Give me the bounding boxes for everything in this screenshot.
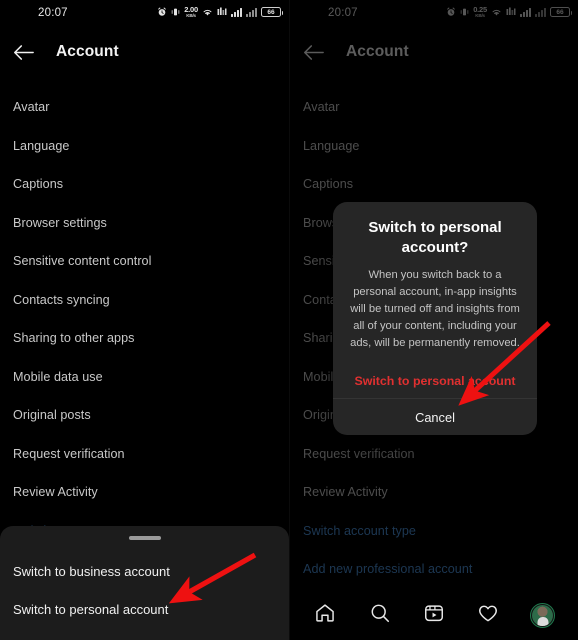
- nav-profile-button[interactable]: [526, 598, 560, 632]
- back-arrow-icon[interactable]: [12, 41, 34, 63]
- signal-bars-icon-2: [246, 7, 257, 17]
- settings-list-left: Avatar Language Captions Browser setting…: [0, 74, 289, 550]
- signal-bars-icon-1: [231, 7, 242, 17]
- sheet-option-switch-to-business-account[interactable]: Switch to business account: [0, 552, 289, 590]
- avatar-image: [532, 604, 554, 626]
- list-item-avatar[interactable]: Avatar: [0, 88, 289, 127]
- screenshot-stage: 20:07 2.00 KB/s 66 Account Avatar Langua…: [0, 0, 578, 640]
- list-item-sharing-to-other-apps[interactable]: Sharing to other apps: [0, 319, 289, 358]
- alarm-icon: [157, 7, 167, 17]
- dialog-title: Switch to personal account?: [368, 219, 502, 257]
- switch-account-dialog: Switch to personal account? When you swi…: [333, 202, 537, 436]
- nav-search-button[interactable]: [363, 598, 397, 632]
- battery-icon: 66: [261, 7, 283, 18]
- network-speed-unit: KB/s: [186, 13, 196, 18]
- list-item-review-activity[interactable]: Review Activity: [0, 473, 289, 512]
- battery-level: 66: [267, 8, 275, 16]
- wifi-icon: [202, 7, 213, 17]
- drag-handle-icon[interactable]: [128, 536, 161, 540]
- list-item-request-verification[interactable]: Request verification: [0, 435, 289, 474]
- status-bar-clock: 20:07: [38, 7, 68, 19]
- network-speed-indicator: 2.00 KB/s: [184, 6, 198, 19]
- profile-avatar-icon: [530, 602, 556, 628]
- right-phone-screen: 20:07 0.25 KB/s: [289, 0, 578, 640]
- bottom-navigation-bar: [290, 590, 578, 640]
- sheet-option-switch-to-personal-account[interactable]: Switch to personal account: [0, 590, 289, 628]
- list-item-language[interactable]: Language: [0, 127, 289, 166]
- list-item-browser-settings[interactable]: Browser settings: [0, 204, 289, 243]
- sheet-bottom-padding: [0, 628, 289, 640]
- dialog-cancel-button[interactable]: Cancel: [333, 399, 537, 435]
- nav-reels-button[interactable]: [417, 598, 451, 632]
- home-icon: [314, 602, 336, 629]
- status-bar-icons: 2.00 KB/s 66: [157, 6, 283, 19]
- vibrate-icon: [171, 7, 180, 17]
- page-title: Account: [56, 43, 119, 60]
- left-phone-screen: 20:07 2.00 KB/s 66 Account Avatar Langua…: [0, 0, 289, 640]
- list-item-contacts-syncing[interactable]: Contacts syncing: [0, 281, 289, 320]
- reels-icon: [423, 602, 445, 629]
- list-item-mobile-data-use[interactable]: Mobile data use: [0, 358, 289, 397]
- status-bar-left: 20:07 2.00 KB/s 66: [0, 0, 289, 30]
- nav-home-button[interactable]: [308, 598, 342, 632]
- bottom-sheet-account-type: Switch to business account Switch to per…: [0, 526, 289, 640]
- sim-signal-icon: [217, 7, 227, 17]
- dialog-actions: Switch to personal account Cancel: [333, 364, 537, 435]
- nav-activity-button[interactable]: [471, 598, 505, 632]
- heart-icon: [477, 602, 499, 629]
- dialog-confirm-button[interactable]: Switch to personal account: [333, 364, 537, 398]
- list-item-original-posts[interactable]: Original posts: [0, 396, 289, 435]
- app-header-left: Account: [0, 30, 289, 74]
- dialog-body-text: When you switch back to a personal accou…: [350, 269, 520, 350]
- list-item-sensitive-content-control[interactable]: Sensitive content control: [0, 242, 289, 281]
- list-item-captions[interactable]: Captions: [0, 165, 289, 204]
- search-icon: [369, 602, 391, 629]
